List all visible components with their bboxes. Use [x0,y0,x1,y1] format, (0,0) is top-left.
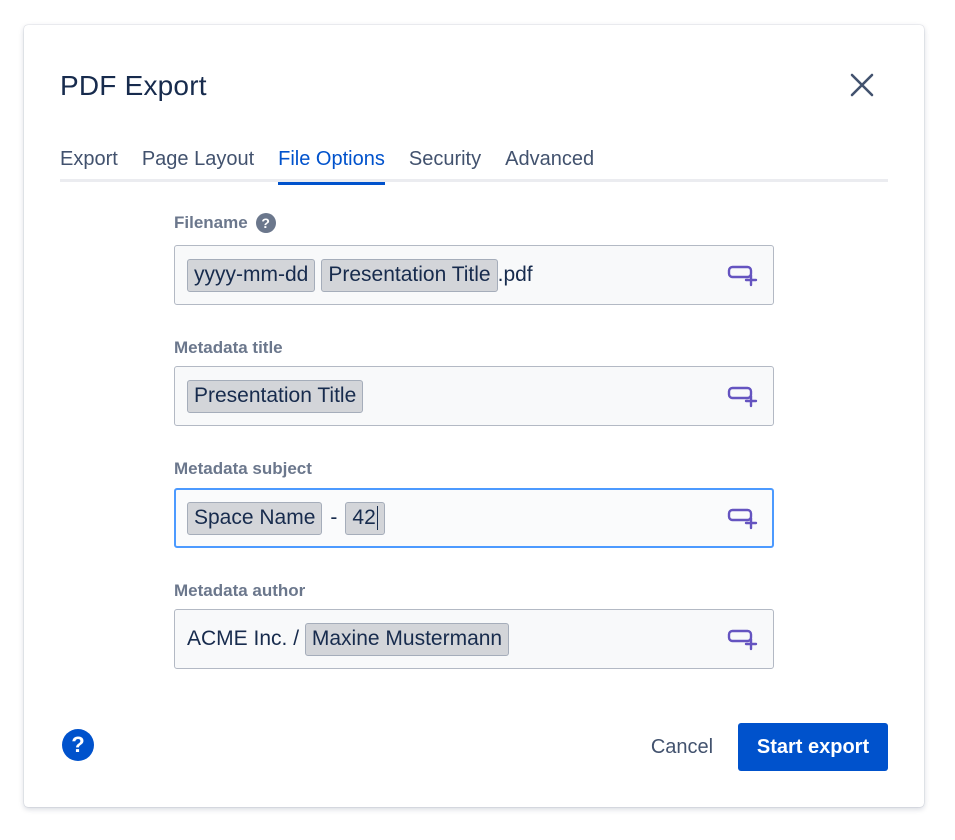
author-prefix: ACME Inc. / [187,627,305,650]
metadata-title-input[interactable]: Presentation Title [174,366,774,426]
start-export-button[interactable]: Start export [738,723,888,771]
text-caret [376,505,379,530]
metadata-subject-label-text: Metadata subject [174,459,312,478]
variable-chip[interactable]: 42 [345,501,386,535]
metadata-subject-input[interactable]: Space Name - 42 [174,488,774,548]
filename-label-text: Filename [174,213,248,232]
chip-text: 42 [352,505,376,529]
metadata-author-label-text: Metadata author [174,581,306,600]
close-button[interactable] [846,69,878,101]
variable-chip[interactable]: Presentation Title [321,258,498,292]
pdf-export-dialog: PDF Export Export Page Layout File Optio… [24,25,924,807]
insert-variable-icon[interactable] [727,627,759,653]
filename-input[interactable]: yyyy-mm-dd Presentation Title .pdf [174,245,774,305]
metadata-author-input[interactable]: ACME Inc. / Maxine Mustermann [174,609,774,669]
insert-variable-icon[interactable] [727,384,759,410]
metadata-title-label: Metadata title [174,338,283,358]
insert-variable-icon[interactable] [727,263,759,289]
variable-chip[interactable]: Space Name [187,501,323,535]
tab-security[interactable]: Security [409,147,481,182]
dialog-title: PDF Export [60,70,207,101]
variable-chip[interactable]: Maxine Mustermann [304,622,510,656]
close-icon [850,73,874,97]
tab-file-options[interactable]: File Options [278,147,385,185]
help-icon[interactable]: ? [62,729,94,761]
metadata-subject-label: Metadata subject [174,459,312,479]
metadata-author-label: Metadata author [174,581,305,601]
insert-variable-icon[interactable] [727,506,759,532]
tab-advanced[interactable]: Advanced [505,147,594,182]
filename-help-icon[interactable]: ? [255,213,276,233]
cancel-button[interactable]: Cancel [636,723,728,771]
variable-chip[interactable]: Presentation Title [187,379,364,413]
filename-suffix: .pdf [497,263,533,286]
filename-label: Filename ? [174,213,276,233]
tab-page-layout[interactable]: Page Layout [142,147,254,182]
tab-bar: Export Page Layout File Options Security… [60,147,888,185]
tab-export[interactable]: Export [60,147,118,182]
metadata-title-label-text: Metadata title [174,338,283,357]
subject-separator: - [330,506,338,529]
variable-chip[interactable]: yyyy-mm-dd [187,258,316,292]
